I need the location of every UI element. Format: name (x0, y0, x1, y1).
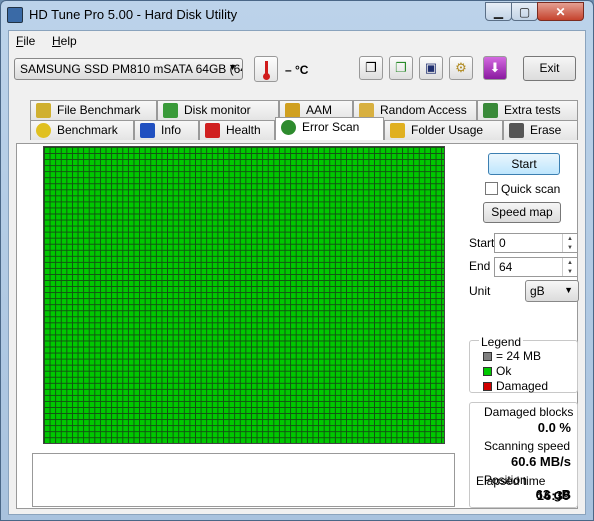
tab-label: Disk monitor (184, 103, 251, 117)
tab-error-scan[interactable]: Error Scan (275, 117, 384, 140)
gears-icon: ⚙ (455, 60, 467, 75)
tab-label: Info (161, 123, 182, 137)
chevron-down-icon: ▼ (564, 285, 573, 295)
drive-select[interactable]: SAMSUNG SSD PM810 mSATA 64GB (64 ▼ (14, 58, 243, 80)
health-cross-icon (205, 123, 220, 138)
scanning-speed-label: Scanning speed (484, 439, 571, 453)
error-scan-panel: Start Quick scan Speed map Start 0 ▲ ▼ En… (16, 143, 579, 509)
end-label: End (469, 259, 491, 273)
menu-file[interactable]: File (16, 34, 35, 48)
random-access-icon (359, 103, 374, 118)
start-spinbox[interactable]: 0 ▲ ▼ (494, 233, 578, 253)
temperature-readout: – °C (285, 63, 309, 77)
damaged-blocks-value: 0.0 % (537, 420, 571, 435)
speed-map-button[interactable]: Speed map (483, 202, 561, 223)
maximize-button[interactable]: ▢ (511, 2, 538, 21)
green-swatch-icon (483, 367, 492, 376)
tab-label: File Benchmark (57, 103, 141, 117)
unit-select[interactable]: gB ▼ (525, 280, 579, 302)
file-benchmark-icon (36, 103, 51, 118)
app-window: HD Tune Pro 5.00 - Hard Disk Utility ▁ ▢… (0, 0, 594, 521)
tab-info[interactable]: Info (134, 120, 199, 140)
tab-label: AAM (306, 103, 333, 117)
down-arrow-icon: ⬇ (489, 60, 501, 75)
folder-icon (390, 123, 405, 138)
tab-benchmark[interactable]: Benchmark (30, 120, 134, 140)
damaged-blocks-label: Damaged blocks (484, 405, 574, 419)
title-bar[interactable]: HD Tune Pro 5.00 - Hard Disk Utility ▁ ▢… (1, 1, 593, 28)
extra-tests-icon (483, 103, 498, 118)
legend-item-block-size: = 24 MB (483, 349, 541, 363)
tab-erase[interactable]: Erase (503, 120, 578, 140)
minimize-button[interactable]: ▁ (485, 2, 512, 21)
speaker-icon (285, 103, 300, 118)
tab-label: Random Access (380, 103, 467, 117)
close-button[interactable]: ✕ (537, 2, 584, 21)
drive-select-value: SAMSUNG SSD PM810 mSATA 64GB (64 (20, 62, 243, 76)
floppy-disk-icon: ▣ (424, 60, 438, 75)
tab-label: Extra tests (504, 103, 561, 117)
tab-health[interactable]: Health (199, 120, 275, 140)
tab-folder-usage[interactable]: Folder Usage (384, 120, 503, 140)
copy-all-button[interactable]: ❐ (389, 56, 413, 80)
tab-label: Error Scan (302, 120, 360, 134)
lightbulb-icon (36, 123, 51, 138)
quick-scan-label: Quick scan (501, 182, 561, 196)
disk-monitor-icon (163, 103, 178, 118)
toolbar: SAMSUNG SSD PM810 mSATA 64GB (64 ▼ – °C … (9, 51, 585, 95)
elapsed-time-label: Elapsed time (476, 474, 546, 488)
menu-help[interactable]: Help (52, 34, 77, 48)
spinner-arrows-icon[interactable]: ▲ ▼ (562, 234, 577, 252)
spinner-arrows-icon[interactable]: ▲ ▼ (562, 258, 577, 276)
chevron-down-icon: ▼ (228, 62, 237, 72)
start-value: 0 (499, 236, 506, 250)
quick-scan-checkbox[interactable] (485, 182, 498, 195)
magnifier-icon (281, 120, 296, 135)
legend-item-damaged: Damaged (483, 379, 548, 393)
tab-label: Folder Usage (411, 123, 484, 137)
scan-log-box[interactable] (32, 453, 455, 507)
exit-button[interactable]: Exit (523, 56, 576, 81)
tab-label: Benchmark (57, 123, 118, 137)
tab-disk-monitor[interactable]: Disk monitor (157, 100, 279, 120)
tab-label: Erase (530, 123, 562, 137)
thermometer-icon (254, 56, 278, 82)
end-spinbox[interactable]: 64 ▲ ▼ (494, 257, 578, 277)
window-title: HD Tune Pro 5.00 - Hard Disk Utility (29, 7, 238, 22)
info-icon (140, 123, 155, 138)
legend-item-ok: Ok (483, 364, 511, 378)
copy-info-button[interactable]: ❐ (359, 56, 383, 80)
legend-title: Legend (479, 335, 524, 349)
options-button[interactable]: ⚙ (449, 56, 473, 80)
end-value: 64 (499, 260, 513, 274)
error-scan-block-map (43, 146, 445, 444)
tab-file-benchmark[interactable]: File Benchmark (30, 100, 157, 120)
unit-label: Unit (469, 284, 491, 298)
app-icon (7, 7, 23, 23)
unit-value: gB (530, 284, 545, 298)
download-button[interactable]: ⬇ (483, 56, 507, 80)
save-button[interactable]: ▣ (419, 56, 443, 80)
copy-all-icon: ❐ (395, 60, 407, 75)
start-label: Start (469, 236, 495, 250)
tab-label: Health (226, 123, 261, 137)
client-area: File Help SAMSUNG SSD PM810 mSATA 64GB (… (8, 30, 586, 515)
scanning-speed-value: 60.6 MB/s (511, 454, 571, 469)
elapsed-time-value: 16:39 (536, 488, 570, 503)
start-scan-button[interactable]: Start (488, 153, 560, 175)
red-swatch-icon (483, 382, 492, 391)
trash-icon (509, 123, 524, 138)
tab-extra-tests[interactable]: Extra tests (477, 100, 578, 120)
copy-icon: ❐ (365, 60, 377, 75)
menu-bar: File Help (9, 31, 585, 51)
gray-swatch-icon (483, 352, 492, 361)
